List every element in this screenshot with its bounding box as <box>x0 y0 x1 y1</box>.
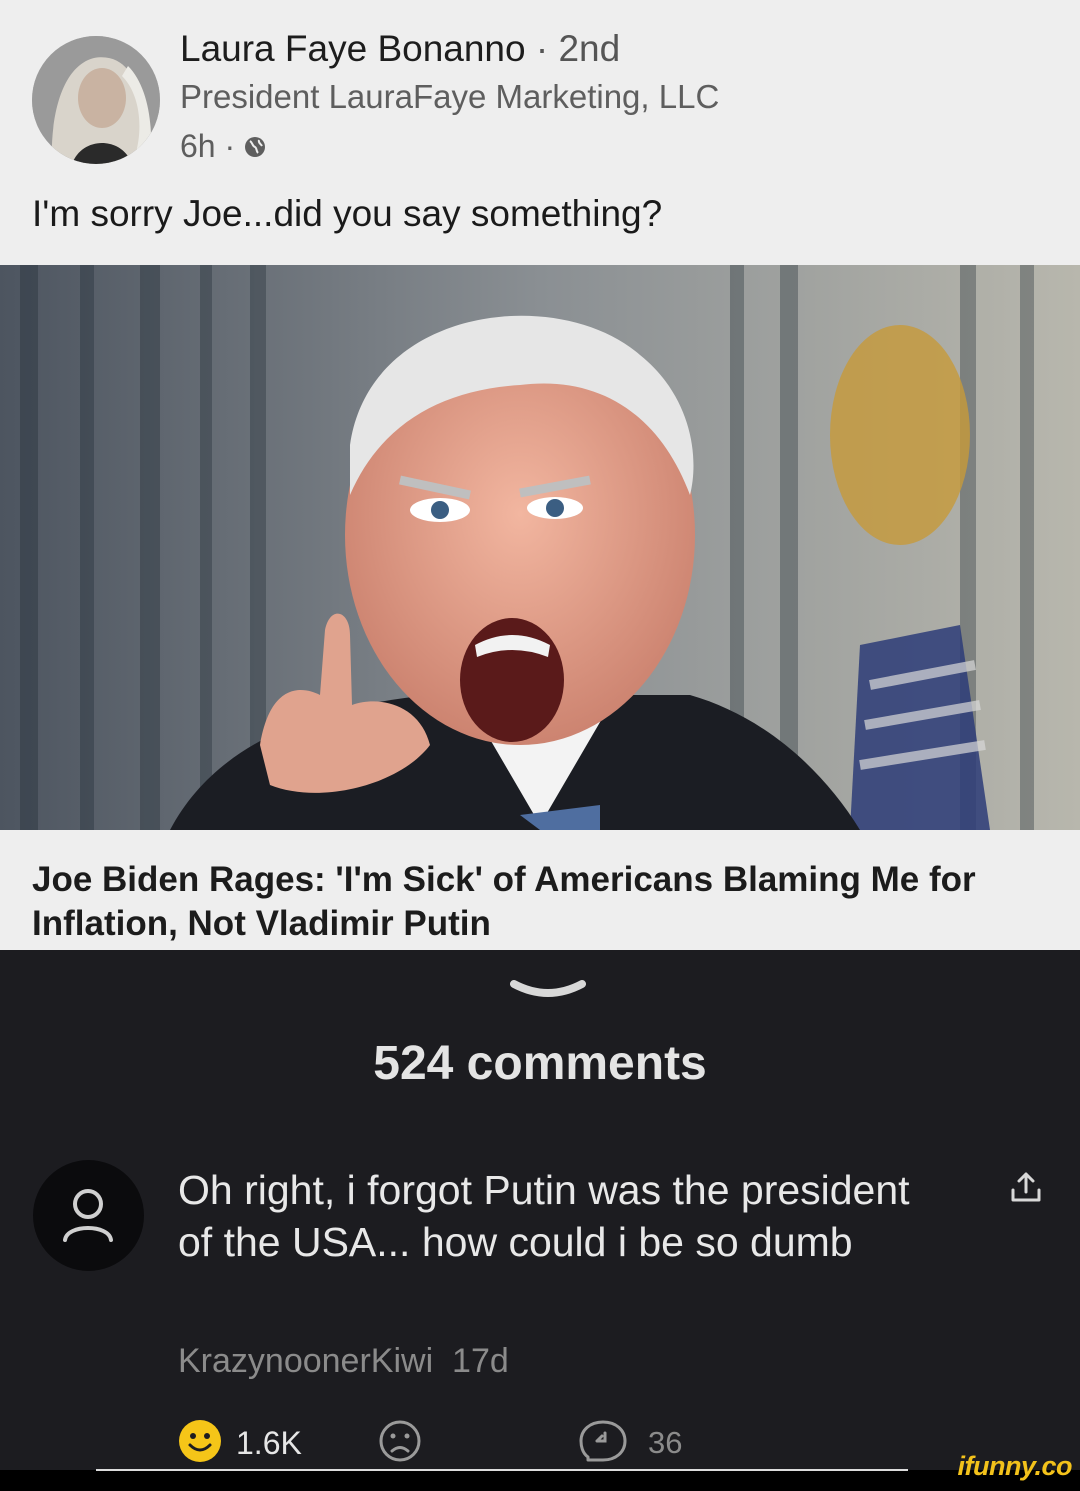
comment-meta: KrazynoonerKiwi 17d <box>178 1342 509 1381</box>
commenter-avatar[interactable] <box>33 1160 144 1271</box>
author-title: President LauraFaye Marketing, LLC <box>180 78 720 115</box>
share-icon[interactable] <box>1009 1170 1043 1204</box>
post-time: 6h · <box>180 128 236 164</box>
author-avatar[interactable] <box>32 36 160 164</box>
author-name[interactable]: Laura Faye Bonanno · 2nd <box>180 28 620 70</box>
smile-icon[interactable] <box>178 1419 222 1463</box>
watermark-bar <box>0 1471 1080 1491</box>
user-icon <box>63 1189 113 1242</box>
post-card: Laura Faye Bonanno · 2nd President Laura… <box>0 0 1080 950</box>
comment-age: 17d <box>452 1342 509 1380</box>
frown-icon[interactable] <box>378 1419 422 1463</box>
comment-author-name[interactable]: KrazynoonerKiwi <box>178 1342 433 1380</box>
comments-count: 524 comments <box>373 1037 707 1090</box>
connection-degree: · 2nd <box>535 28 621 69</box>
globe-icon <box>245 136 266 157</box>
reply-count: 36 <box>648 1425 683 1460</box>
reply-icon[interactable] <box>578 1419 628 1463</box>
comment-text: Oh right, i forgot Putin was the preside… <box>178 1167 910 1265</box>
ifunny-watermark: ifunny.co <box>957 1451 1073 1481</box>
post-text: I'm sorry Joe...did you say something? <box>32 193 663 234</box>
chevron-down-icon[interactable] <box>510 978 586 1002</box>
comment-actions: 1.6K 36 <box>0 1419 1080 1467</box>
like-count: 1.6K <box>236 1425 302 1461</box>
article-photo[interactable] <box>0 265 1080 830</box>
article-headline[interactable]: Joe Biden Rages: 'I'm Sick' of Americans… <box>32 858 1052 946</box>
post-meta: 6h · <box>180 128 267 165</box>
